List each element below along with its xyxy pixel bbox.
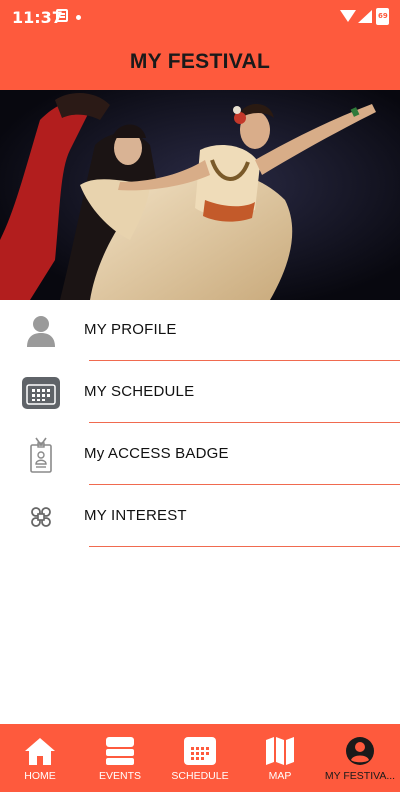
app-header: MY FESTIVAL: [0, 34, 400, 90]
notification-dot-icon: [76, 15, 81, 20]
nav-item-my-festival[interactable]: MY FESTIVA...: [320, 724, 400, 792]
interest-icon: [20, 498, 62, 536]
nav-item-events[interactable]: EVENTS: [80, 724, 160, 792]
nav-item-home[interactable]: HOME: [0, 724, 80, 792]
badge-icon: [20, 436, 62, 474]
menu-item-my-interest[interactable]: MY INTEREST: [0, 486, 400, 548]
status-bar: 11:37 69: [0, 0, 400, 34]
home-icon: [23, 736, 57, 766]
menu-item-label: My ACCESS BADGE: [84, 445, 229, 462]
person-icon: [20, 312, 62, 350]
map-icon: [263, 736, 297, 766]
battery-icon: 69: [376, 8, 389, 25]
notification-icon: [56, 9, 68, 22]
account-icon: [343, 736, 377, 766]
calendar-icon: [20, 374, 62, 412]
festival-menu: MY PROFILE MY SCHEDULE My ACCESS BADGE M…: [0, 300, 400, 548]
menu-item-label: MY PROFILE: [84, 321, 177, 338]
signal-icon: [358, 10, 372, 23]
divider: [89, 546, 400, 547]
calendar-icon: [183, 736, 217, 766]
page-title: MY FESTIVAL: [129, 50, 271, 73]
divider: [89, 484, 400, 485]
nav-label: MAP: [268, 770, 292, 782]
nav-item-schedule[interactable]: SCHEDULE: [160, 724, 240, 792]
events-icon: [103, 736, 137, 766]
nav-label: HOME: [24, 770, 56, 782]
menu-item-my-profile[interactable]: MY PROFILE: [0, 300, 400, 362]
menu-item-access-badge[interactable]: My ACCESS BADGE: [0, 424, 400, 486]
nav-item-map[interactable]: MAP: [240, 724, 320, 792]
menu-item-label: MY INTEREST: [84, 507, 187, 524]
menu-item-label: MY SCHEDULE: [84, 383, 195, 400]
divider: [89, 422, 400, 423]
hero-image: [0, 90, 400, 300]
divider: [89, 360, 400, 361]
nav-label: EVENTS: [98, 770, 141, 782]
bottom-nav: HOME EVENTS SCHEDULE MAP MY FESTIVA...: [0, 724, 400, 792]
wifi-icon: [340, 10, 356, 22]
nav-label: SCHEDULE: [171, 770, 229, 782]
menu-item-my-schedule[interactable]: MY SCHEDULE: [0, 362, 400, 424]
nav-label: MY FESTIVA...: [324, 770, 396, 782]
bottom-strip: [0, 792, 400, 800]
